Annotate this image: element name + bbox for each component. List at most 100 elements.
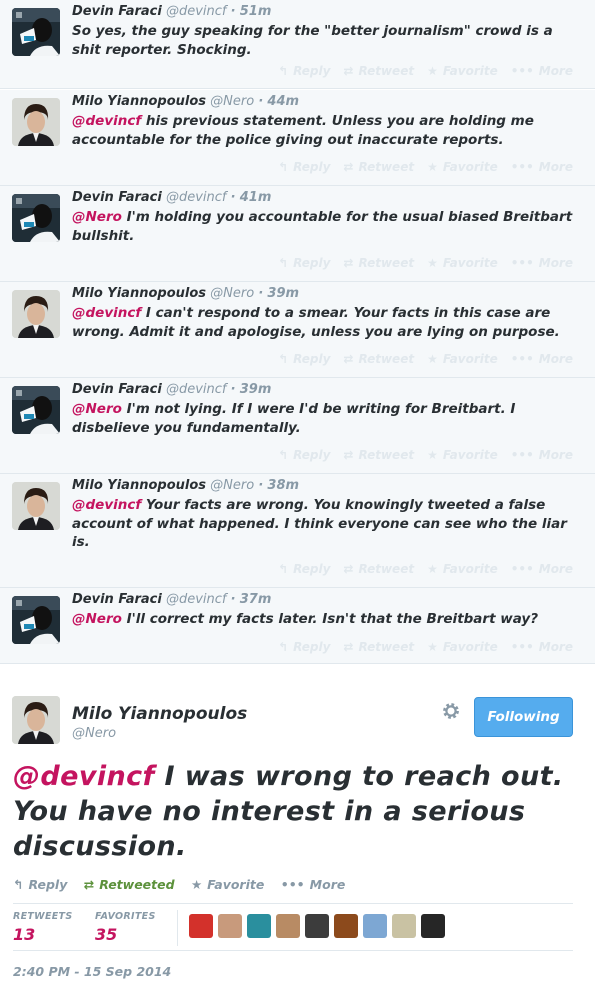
reply-button[interactable]: ↰ Reply [278, 64, 330, 78]
favorite-button[interactable]: ★ Favorite [427, 352, 498, 366]
tweet-header: Milo Yiannopoulos @Nero · 44m [72, 93, 585, 111]
author-name[interactable]: Devin Faraci [72, 4, 162, 19]
more-button[interactable]: ••• More [511, 160, 573, 174]
favorite-button[interactable]: ★ Favorite [427, 64, 498, 78]
following-button[interactable]: Following [474, 697, 573, 737]
favorite-button[interactable]: ★ Favorite [427, 160, 498, 174]
author-handle[interactable]: @devincf [166, 190, 227, 205]
avatar[interactable] [12, 98, 60, 146]
more-icon: ••• [510, 448, 534, 462]
favoriter-avatar[interactable] [247, 914, 271, 938]
tweet-header: Milo Yiannopoulos @Nero · 38m [72, 477, 585, 495]
author-name[interactable]: Devin Faraci [72, 592, 162, 607]
retweet-button[interactable]: ⇄ Retweet [343, 562, 414, 576]
retweet-button[interactable]: ⇄ Retweet [343, 640, 414, 654]
tweet-time[interactable]: 37m [240, 592, 272, 607]
favoriter-avatar[interactable] [363, 914, 387, 938]
tweet-content: Devin Faraci @devincf · 41m @Nero I'm hol… [72, 189, 585, 245]
favoriter-avatar[interactable] [218, 914, 242, 938]
mention-link[interactable]: @Nero [72, 209, 122, 225]
author-handle[interactable]: @Nero [210, 286, 254, 301]
retweet-button[interactable]: ⇄ Retweet [343, 64, 414, 78]
retweet-button[interactable]: ⇄ Retweet [343, 352, 414, 366]
favorite-button[interactable]: ★ Favorite [427, 562, 498, 576]
author-name[interactable]: Milo Yiannopoulos [72, 94, 206, 109]
favoriter-avatar[interactable] [276, 914, 300, 938]
author-name[interactable]: Milo Yiannopoulos [72, 704, 247, 724]
favorite-button[interactable]: ★ Favorite [191, 877, 264, 892]
favoriter-avatar[interactable] [189, 914, 213, 938]
tweet-time[interactable]: 51m [240, 4, 272, 19]
author-handle[interactable]: @devincf [166, 382, 227, 397]
more-button[interactable]: ••• More [511, 448, 573, 462]
mention-link[interactable]: @devincf [72, 113, 141, 129]
tweet-item[interactable]: Milo Yiannopoulos @Nero · 44m @devincf hi… [0, 90, 595, 186]
favoriter-avatar[interactable] [334, 914, 358, 938]
reply-button[interactable]: ↰ Reply [278, 160, 330, 174]
more-button[interactable]: ••• More [511, 352, 573, 366]
tweet-header: Devin Faraci @devincf · 39m [72, 381, 585, 399]
tweet-item[interactable]: Devin Faraci @devincf · 51m So yes, the g… [0, 0, 595, 89]
more-button[interactable]: ••• More [511, 640, 573, 654]
retweet-button[interactable]: ⇄ Retweet [343, 160, 414, 174]
author-name[interactable]: Devin Faraci [72, 190, 162, 205]
author-handle[interactable]: @devincf [166, 592, 227, 607]
retweets-stat[interactable]: RETWEETS 13 [13, 911, 72, 944]
favorite-button[interactable]: ★ Favorite [427, 448, 498, 462]
author-handle[interactable]: @Nero [210, 478, 254, 493]
tweet-time[interactable]: 39m [240, 382, 272, 397]
mention-link[interactable]: @Nero [72, 401, 122, 417]
favorites-stat[interactable]: FAVORITES 35 [95, 911, 156, 944]
author-name[interactable]: Milo Yiannopoulos [72, 478, 206, 493]
more-button[interactable]: ••• More [511, 64, 573, 78]
tweet-item[interactable]: Devin Faraci @devincf · 37m @Nero I'll co… [0, 588, 595, 664]
avatar[interactable] [12, 596, 60, 644]
favoriter-avatar[interactable] [421, 914, 445, 938]
reply-button[interactable]: ↰ Reply [278, 256, 330, 270]
tweet-text: So yes, the guy speaking for the "better… [72, 22, 585, 59]
more-button[interactable]: ••• More [511, 256, 573, 270]
favoriter-avatar[interactable] [305, 914, 329, 938]
reply-button[interactable]: ↰ Reply [278, 448, 330, 462]
gear-icon[interactable] [440, 700, 462, 722]
avatar[interactable] [12, 482, 60, 530]
retweet-icon: ⇄ [343, 256, 354, 270]
favorite-button[interactable]: ★ Favorite [427, 640, 498, 654]
favorite-button[interactable]: ★ Favorite [427, 256, 498, 270]
reply-button[interactable]: ↰ Reply [278, 352, 330, 366]
author-name[interactable]: Milo Yiannopoulos [72, 286, 206, 301]
favoriter-avatar[interactable] [392, 914, 416, 938]
tweet-item[interactable]: Milo Yiannopoulos @Nero · 38m @devincf Yo… [0, 474, 595, 588]
tweet-time[interactable]: 39m [267, 286, 299, 301]
author-handle[interactable]: @Nero [72, 726, 116, 741]
retweeted-button[interactable]: ⇄ Retweeted [84, 877, 175, 892]
avatar[interactable] [12, 290, 60, 338]
tweet-time[interactable]: 38m [267, 478, 299, 493]
more-button[interactable]: ••• More [281, 877, 346, 892]
avatar[interactable] [12, 194, 60, 242]
tweet-item[interactable]: Devin Faraci @devincf · 41m @Nero I'm hol… [0, 186, 595, 282]
avatar[interactable] [12, 386, 60, 434]
mention-link[interactable]: @Nero [72, 611, 122, 627]
reply-icon: ↰ [278, 352, 289, 366]
tweet-item[interactable]: Milo Yiannopoulos @Nero · 39m @devincf I … [0, 282, 595, 378]
retweet-button[interactable]: ⇄ Retweet [343, 256, 414, 270]
author-name[interactable]: Devin Faraci [72, 382, 162, 397]
tweet-timestamp[interactable]: 2:40 PM - 15 Sep 2014 [13, 964, 171, 979]
reply-button[interactable]: ↰ Reply [13, 877, 67, 892]
avatar[interactable] [12, 696, 60, 744]
more-button[interactable]: ••• More [511, 562, 573, 576]
author-handle[interactable]: @Nero [210, 94, 254, 109]
tweet-item[interactable]: Devin Faraci @devincf · 39m @Nero I'm not… [0, 378, 595, 474]
tweet-time[interactable]: 41m [240, 190, 272, 205]
author-handle[interactable]: @devincf [166, 4, 227, 19]
reply-button[interactable]: ↰ Reply [278, 562, 330, 576]
mention-link[interactable]: @devincf [72, 497, 141, 513]
mention-link[interactable]: @devincf [72, 305, 141, 321]
retweet-button[interactable]: ⇄ Retweet [343, 448, 414, 462]
reply-button[interactable]: ↰ Reply [278, 640, 330, 654]
avatar[interactable] [12, 8, 60, 56]
mention-link[interactable]: @devincf [13, 761, 155, 792]
favorites-label: FAVORITES [95, 911, 156, 922]
tweet-time[interactable]: 44m [267, 94, 299, 109]
